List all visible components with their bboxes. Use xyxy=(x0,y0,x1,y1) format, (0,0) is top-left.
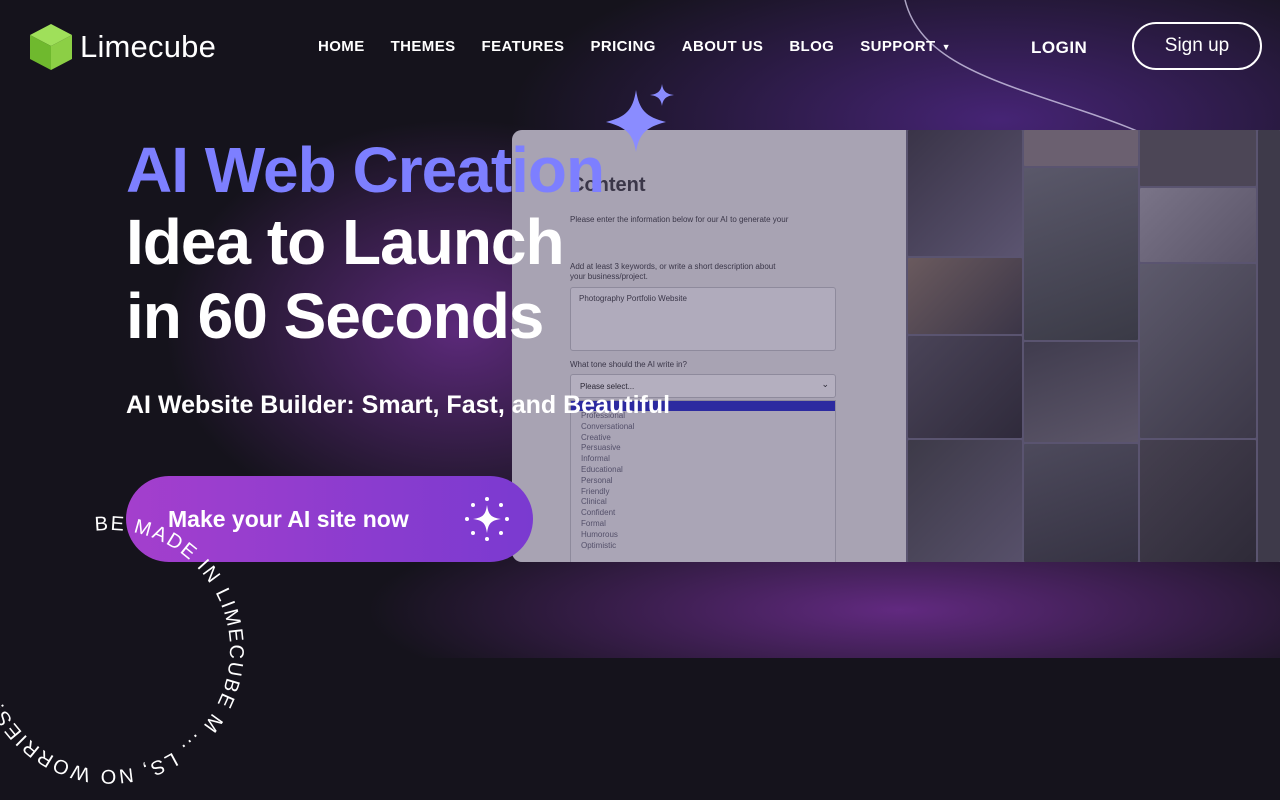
svg-text:BE MADE IN LIMECUBE M ... LS: BE MADE IN LIMECUBE M ... LS, NO WORRIES… xyxy=(0,513,247,787)
photo-tile xyxy=(908,258,1022,334)
nav-blog[interactable]: BLOG xyxy=(789,38,834,55)
sparkle-dots-icon xyxy=(465,497,509,541)
product-mockup: Content Please enter the information bel… xyxy=(512,130,1280,562)
photo-tile xyxy=(908,130,1022,256)
hero-title-line-2: Idea to Launch xyxy=(126,206,565,278)
mockup-keywords-textarea: Photography Portfolio Website xyxy=(570,287,836,351)
mockup-tone-options: Professional Conversational Creative Per… xyxy=(570,400,836,562)
photo-tile xyxy=(1140,440,1256,562)
chevron-down-icon: ⌄ xyxy=(821,379,829,389)
mockup-tone-label: What tone should the AI write in? xyxy=(570,360,687,369)
sparkle-icon xyxy=(606,84,674,152)
photo-tile xyxy=(1140,188,1256,262)
photo-tile xyxy=(1024,342,1138,442)
mockup-keywords-label-2: your business/project. xyxy=(570,272,648,281)
nav-features[interactable]: FEATURES xyxy=(482,38,565,55)
cube-logo-icon xyxy=(30,24,72,70)
list-item: Informal xyxy=(581,454,610,464)
mockup-keywords-label-1: Add at least 3 keywords, or write a shor… xyxy=(570,262,776,271)
list-item: Personal xyxy=(581,475,613,485)
badge-text: BE MADE IN LIMECUBE M ... LS, NO WORRIES… xyxy=(0,513,245,787)
list-item: Clinical xyxy=(581,497,607,507)
mockup-tone-select-value: Please select... xyxy=(580,382,635,391)
nav-about-us[interactable]: ABOUT US xyxy=(682,38,764,55)
hero-subtitle: AI Website Builder: Smart, Fast, and Bea… xyxy=(126,391,671,419)
list-item: Formal xyxy=(581,518,606,528)
photo-tile xyxy=(1258,130,1280,562)
made-in-limecube-badge: BE MADE IN LIMECUBE M ... LS, NO WORRIES… xyxy=(0,513,247,787)
photo-tile xyxy=(1024,168,1138,340)
nav-themes[interactable]: THEMES xyxy=(391,38,456,55)
list-item: Persuasive xyxy=(581,443,621,453)
list-item: Confident xyxy=(581,508,616,518)
list-item: Friendly xyxy=(581,486,610,496)
photo-tile xyxy=(1024,444,1138,562)
photo-tile xyxy=(1140,264,1256,438)
nav-support-label: SUPPORT xyxy=(860,38,936,55)
brand-name: Limecube xyxy=(80,29,217,64)
hero-title-line-3: in 60 Seconds xyxy=(126,280,544,352)
photo-tile xyxy=(1140,130,1256,186)
photo-tile xyxy=(908,336,1022,438)
hero-title-accent: AI Web Creation xyxy=(126,134,605,206)
list-item: Educational xyxy=(581,464,623,474)
list-item: Conversational xyxy=(581,421,635,431)
nav-pricing[interactable]: PRICING xyxy=(590,38,655,55)
photo-tile xyxy=(1024,130,1138,166)
mockup-intro: Please enter the information below for o… xyxy=(570,215,789,224)
brand-logo[interactable]: Limecube xyxy=(28,22,216,72)
nav-home[interactable]: HOME xyxy=(318,38,365,55)
nav-support[interactable]: SUPPORT ▼ xyxy=(860,38,951,55)
chevron-down-icon: ▼ xyxy=(941,41,951,52)
signup-button[interactable]: Sign up xyxy=(1132,22,1262,70)
mockup-keywords-value: Photography Portfolio Website xyxy=(579,294,687,303)
list-item: Creative xyxy=(581,432,611,442)
main-nav: HOME THEMES FEATURES PRICING ABOUT US BL… xyxy=(318,38,951,55)
list-item: Humorous xyxy=(581,529,618,539)
list-item: Optimistic xyxy=(581,540,617,550)
photo-tile xyxy=(908,440,1022,562)
login-link[interactable]: LOGIN xyxy=(1031,38,1087,58)
